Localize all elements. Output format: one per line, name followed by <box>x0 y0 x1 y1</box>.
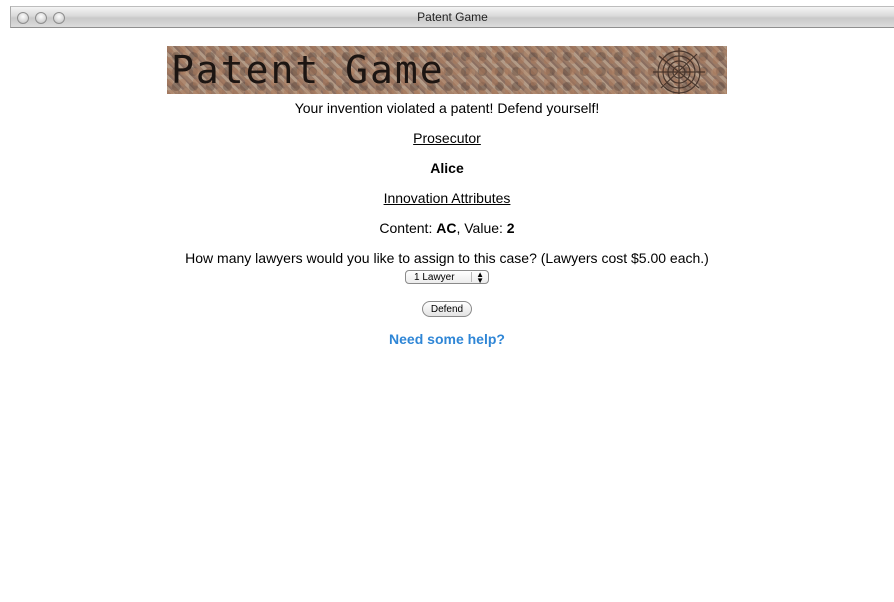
content-label: Content: <box>379 220 437 236</box>
prosecutor-name: Alice <box>430 160 464 176</box>
spiral-ornament-icon <box>653 48 705 94</box>
violation-message: Your invention violated a patent! Defend… <box>294 100 600 116</box>
title-bar-strip: Patent Game <box>10 6 894 28</box>
lawyers-select-value: 1 Lawyer <box>414 272 455 283</box>
help-link[interactable]: Need some help? <box>0 331 894 347</box>
title-bar: Patent Game <box>0 0 894 30</box>
up-down-arrows-icon: ▲ ▼ <box>476 270 484 285</box>
value-value: 2 <box>506 220 515 236</box>
lawyers-select[interactable]: 1 Lawyer ▲ ▼ <box>405 270 489 285</box>
window-title: Patent Game <box>417 10 488 24</box>
select-divider <box>471 272 472 282</box>
page-content: Patent Game Your invention violated a pa… <box>0 30 894 347</box>
attributes-heading: Innovation Attributes <box>383 190 511 206</box>
value-label: , Value: <box>456 220 507 236</box>
defend-button[interactable]: Defend <box>421 301 473 317</box>
content-value: AC <box>436 220 457 236</box>
prosecutor-heading: Prosecutor <box>413 130 481 146</box>
lawyers-select-row: 1 Lawyer ▲ ▼ <box>0 267 894 285</box>
banner-title: Patent Game <box>171 48 445 92</box>
game-banner: Patent Game <box>167 46 727 94</box>
browser-window: Patent Game Patent Game Your invention v… <box>0 0 894 602</box>
innovation-attributes: Content: AC, Value: 2 <box>0 220 894 236</box>
lawyers-question: How many lawyers would you like to assig… <box>185 250 709 266</box>
defend-row: Defend <box>0 299 894 317</box>
